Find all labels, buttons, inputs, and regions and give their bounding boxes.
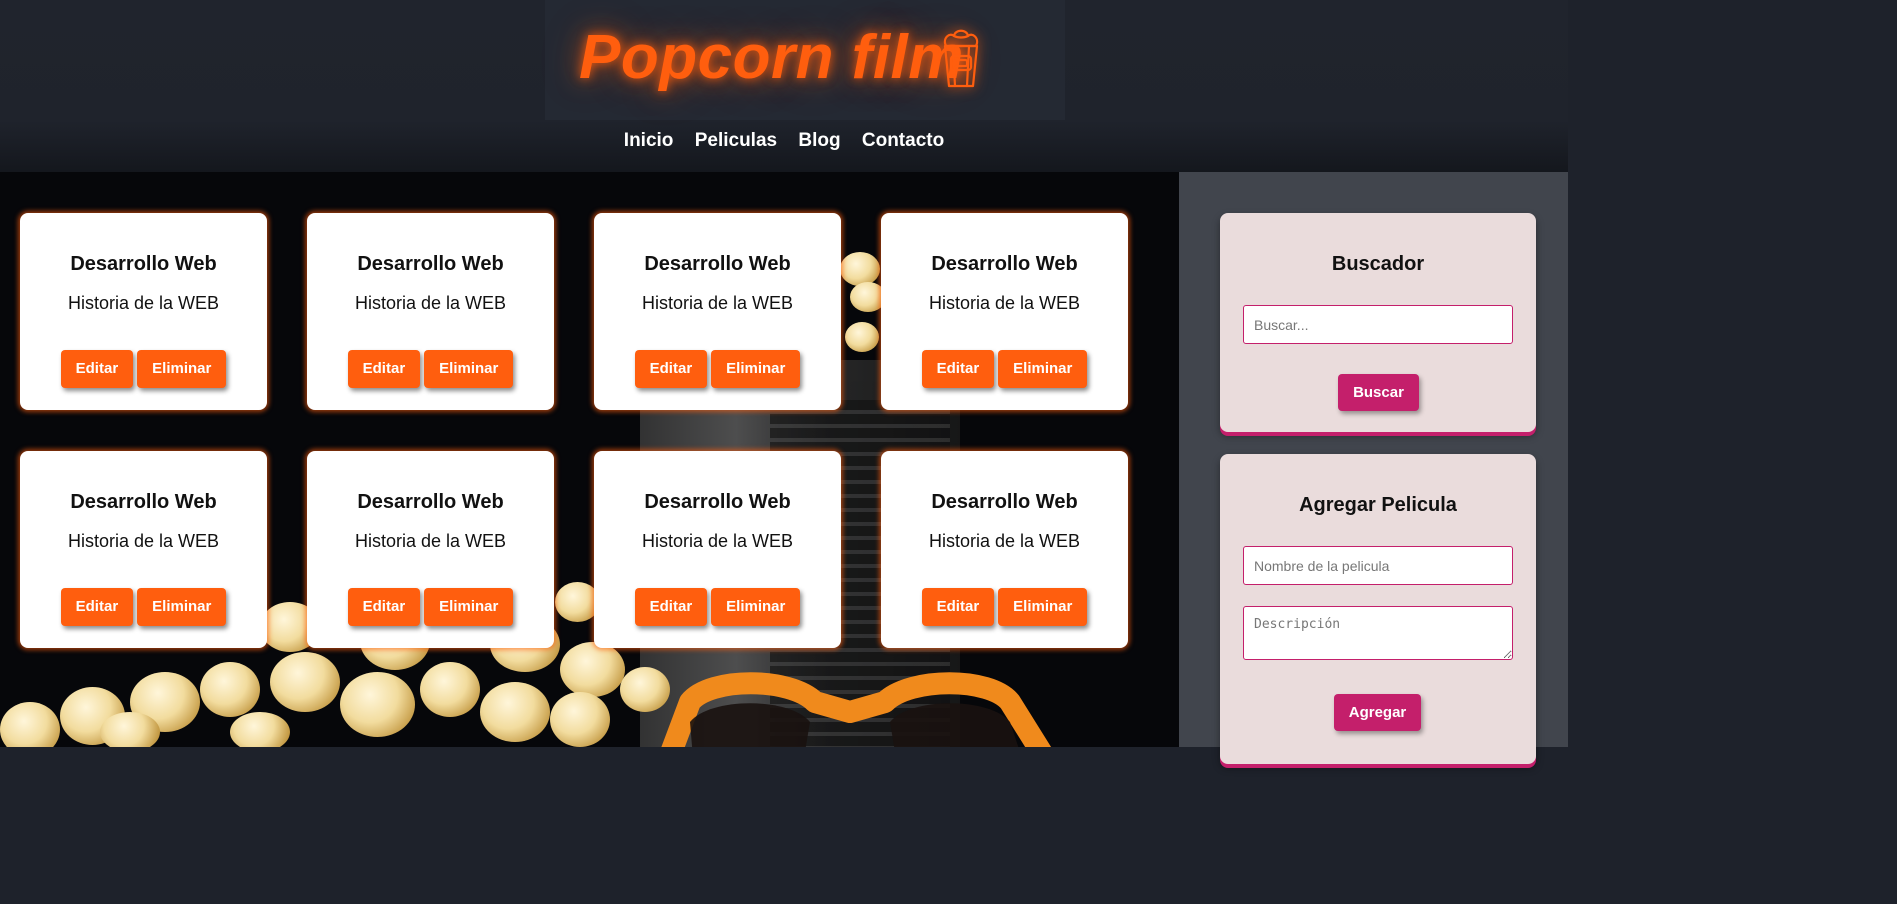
movie-card: Desarrollo Web Historia de la WEB Editar… <box>307 213 554 410</box>
nav-item-peliculas[interactable]: Peliculas <box>695 130 777 152</box>
delete-button[interactable]: Eliminar <box>711 588 801 626</box>
card-actions: Editar Eliminar <box>594 350 841 388</box>
edit-button[interactable]: Editar <box>60 350 134 388</box>
card-title: Desarrollo Web <box>931 491 1078 513</box>
search-panel-title: Buscador <box>1331 253 1425 275</box>
site-header: Popcorn film Inicio Peliculas Blog Conta… <box>0 0 1568 172</box>
edit-button[interactable]: Editar <box>634 588 708 626</box>
add-movie-panel: Agregar Pelicula Agregar <box>1220 454 1536 764</box>
card-description: Historia de la WEB <box>641 531 794 551</box>
card-description: Historia de la WEB <box>354 531 507 551</box>
edit-button[interactable]: Editar <box>921 588 995 626</box>
edit-button[interactable]: Editar <box>347 350 421 388</box>
movie-name-input[interactable] <box>1243 546 1513 585</box>
nav-item-blog[interactable]: Blog <box>798 130 840 152</box>
movie-grid-area: Desarrollo Web Historia de la WEB Editar… <box>0 172 1179 747</box>
card-actions: Editar Eliminar <box>20 350 267 388</box>
movie-card: Desarrollo Web Historia de la WEB Editar… <box>881 451 1128 648</box>
card-description: Historia de la WEB <box>67 293 220 313</box>
add-movie-button[interactable]: Agregar <box>1334 694 1421 731</box>
delete-button[interactable]: Eliminar <box>424 350 514 388</box>
movie-description-textarea[interactable] <box>1243 606 1513 660</box>
search-panel: Buscador Buscar <box>1220 213 1536 432</box>
edit-button[interactable]: Editar <box>921 350 995 388</box>
search-input[interactable] <box>1243 305 1513 344</box>
card-actions: Editar Eliminar <box>881 350 1128 388</box>
sunglasses-image <box>661 672 1052 747</box>
card-title: Desarrollo Web <box>357 491 504 513</box>
card-actions: Editar Eliminar <box>881 588 1128 626</box>
sidebar: Buscador Buscar Agregar Pelicula Agregar <box>1179 172 1568 764</box>
nav-item-contacto[interactable]: Contacto <box>862 130 944 152</box>
popcorn-icon <box>943 29 979 88</box>
delete-button[interactable]: Eliminar <box>998 350 1088 388</box>
card-description: Historia de la WEB <box>641 293 794 313</box>
search-button[interactable]: Buscar <box>1338 374 1419 411</box>
card-actions: Editar Eliminar <box>307 350 554 388</box>
card-title: Desarrollo Web <box>70 253 217 275</box>
card-title: Desarrollo Web <box>931 253 1078 275</box>
card-description: Historia de la WEB <box>354 293 507 313</box>
card-title: Desarrollo Web <box>644 253 791 275</box>
card-description: Historia de la WEB <box>928 531 1081 551</box>
card-description: Historia de la WEB <box>67 531 220 551</box>
movie-card: Desarrollo Web Historia de la WEB Editar… <box>881 213 1128 410</box>
card-title: Desarrollo Web <box>644 491 791 513</box>
delete-button[interactable]: Eliminar <box>137 588 227 626</box>
movie-card: Desarrollo Web Historia de la WEB Editar… <box>594 451 841 648</box>
movie-card: Desarrollo Web Historia de la WEB Editar… <box>20 213 267 410</box>
nav-item-inicio[interactable]: Inicio <box>624 130 674 152</box>
card-actions: Editar Eliminar <box>307 588 554 626</box>
delete-button[interactable]: Eliminar <box>998 588 1088 626</box>
card-title: Desarrollo Web <box>70 491 217 513</box>
add-movie-panel-title: Agregar Pelicula <box>1299 494 1457 516</box>
movie-card: Desarrollo Web Historia de la WEB Editar… <box>20 451 267 648</box>
card-description: Historia de la WEB <box>928 293 1081 313</box>
main-nav: Inicio Peliculas Blog Contacto <box>0 130 1568 152</box>
delete-button[interactable]: Eliminar <box>137 350 227 388</box>
movie-card: Desarrollo Web Historia de la WEB Editar… <box>594 213 841 410</box>
edit-button[interactable]: Editar <box>634 350 708 388</box>
card-title: Desarrollo Web <box>357 253 504 275</box>
delete-button[interactable]: Eliminar <box>711 350 801 388</box>
movie-card: Desarrollo Web Historia de la WEB Editar… <box>307 451 554 648</box>
card-actions: Editar Eliminar <box>594 588 841 626</box>
site-logo-title[interactable]: Popcorn film <box>579 22 964 93</box>
edit-button[interactable]: Editar <box>347 588 421 626</box>
edit-button[interactable]: Editar <box>60 588 134 626</box>
delete-button[interactable]: Eliminar <box>424 588 514 626</box>
card-actions: Editar Eliminar <box>20 588 267 626</box>
